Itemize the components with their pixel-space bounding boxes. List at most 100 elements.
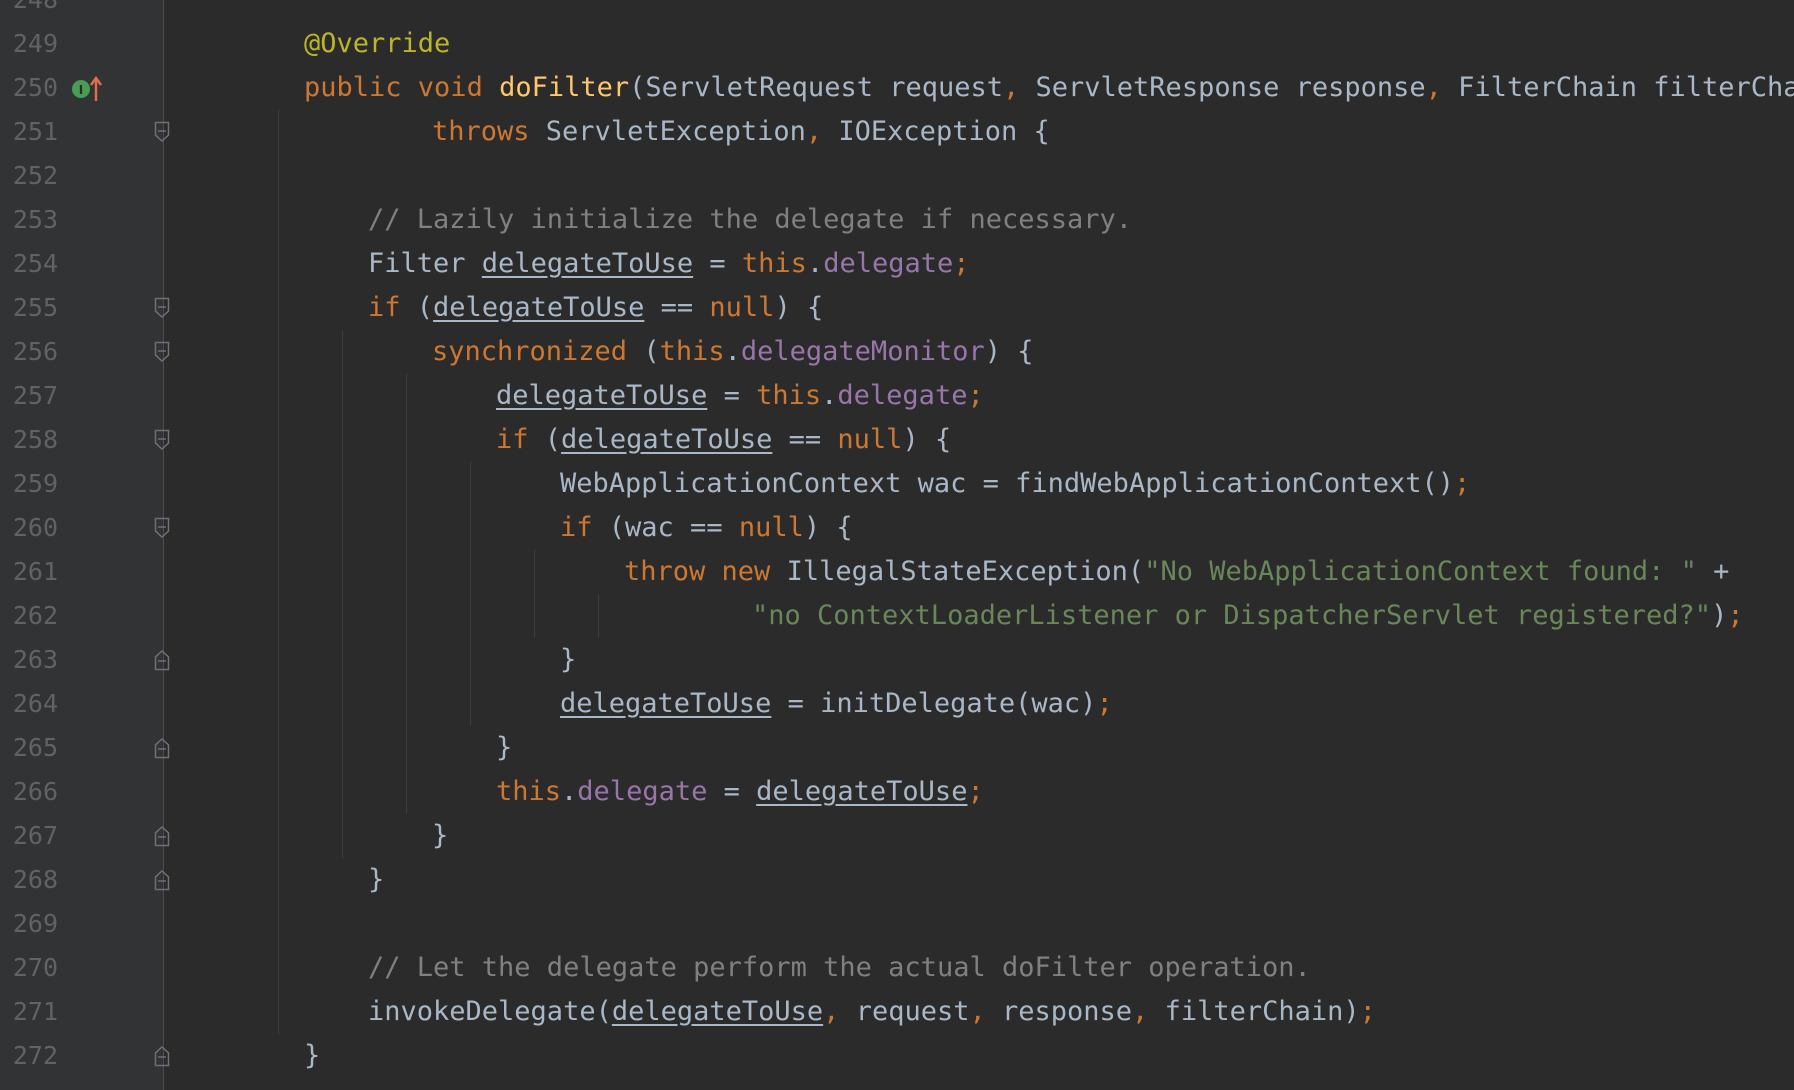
code-token: public bbox=[304, 72, 418, 103]
implements-override-icon[interactable]: I bbox=[70, 74, 106, 104]
code-line[interactable]: // Lazily initialize the delegate if nec… bbox=[368, 198, 1132, 242]
line-number[interactable]: 253 bbox=[0, 198, 58, 242]
line-number[interactable]: 265 bbox=[0, 726, 58, 770]
code-line[interactable]: } bbox=[496, 726, 512, 770]
code-token: ; bbox=[967, 380, 984, 411]
code-token: ; bbox=[953, 248, 970, 279]
code-token: + bbox=[1696, 556, 1730, 587]
code-line[interactable]: if (wac == null) { bbox=[560, 506, 853, 550]
line-number[interactable]: 255 bbox=[0, 286, 58, 330]
line-number[interactable]: 259 bbox=[0, 462, 58, 506]
code-token: null bbox=[837, 424, 903, 455]
code-token: ; bbox=[1096, 688, 1113, 719]
code-line[interactable]: Filter delegateToUse = this.delegate; bbox=[368, 242, 970, 286]
indent-guide bbox=[278, 110, 279, 1034]
code-token: delegate bbox=[823, 248, 954, 279]
code-token: = bbox=[707, 380, 757, 411]
code-token: Filter bbox=[368, 248, 482, 279]
code-token: if bbox=[368, 292, 417, 323]
line-number[interactable]: 258 bbox=[0, 418, 58, 462]
code-token: ) { bbox=[902, 424, 952, 455]
line-number[interactable]: 254 bbox=[0, 242, 58, 286]
code-token: == bbox=[772, 424, 838, 455]
line-number[interactable]: 256 bbox=[0, 330, 58, 374]
code-token: request bbox=[855, 996, 970, 1027]
code-token: (wac == bbox=[608, 512, 739, 543]
code-line[interactable]: "no ContextLoaderListener or DispatcherS… bbox=[752, 594, 1744, 638]
code-token: , bbox=[969, 996, 1002, 1027]
line-number[interactable]: 268 bbox=[0, 858, 58, 902]
line-number[interactable]: 267 bbox=[0, 814, 58, 858]
code-token: delegateToUse bbox=[560, 688, 772, 719]
code-token: = bbox=[693, 248, 742, 279]
code-line[interactable]: public void doFilter(ServletRequest requ… bbox=[304, 66, 1794, 110]
line-number[interactable]: 248 bbox=[0, 0, 58, 22]
code-token: (ServletRequest request bbox=[629, 72, 1003, 103]
code-token: ServletResponse response bbox=[1035, 72, 1426, 103]
code-token: delegateToUse bbox=[756, 776, 968, 807]
code-line[interactable]: if (delegateToUse == null) { bbox=[368, 286, 823, 330]
line-number[interactable]: 270 bbox=[0, 946, 58, 990]
code-token: , bbox=[1003, 72, 1036, 103]
line-number[interactable]: 249 bbox=[0, 22, 58, 66]
code-token: } bbox=[496, 732, 513, 763]
code-token: . bbox=[806, 248, 824, 279]
indent-guide bbox=[470, 462, 471, 726]
code-line[interactable]: @Override bbox=[304, 22, 450, 66]
code-token: ( bbox=[643, 336, 660, 367]
line-number[interactable]: 272 bbox=[0, 1034, 58, 1078]
indent-guide bbox=[598, 594, 599, 638]
code-token: "No WebApplicationContext found: " bbox=[1144, 556, 1697, 587]
code-token: response bbox=[1002, 996, 1133, 1027]
code-token: FilterChain filterChain) bbox=[1458, 72, 1794, 103]
code-line[interactable]: } bbox=[560, 638, 576, 682]
code-editor[interactable]: 2482492502512522532542552562572582592602… bbox=[0, 0, 1794, 1090]
code-token: , bbox=[1132, 996, 1165, 1027]
code-token: delegateToUse bbox=[481, 248, 694, 279]
code-token: } bbox=[304, 1040, 321, 1071]
code-line[interactable]: throws ServletException, IOException { bbox=[432, 110, 1050, 154]
code-token: // Let the delegate perform the actual d… bbox=[368, 952, 1311, 983]
line-number[interactable]: 251 bbox=[0, 110, 58, 154]
code-token: . bbox=[561, 776, 578, 807]
code-token: ServletException bbox=[545, 116, 806, 147]
code-token: doFilter bbox=[499, 72, 630, 103]
code-line[interactable]: // Let the delegate perform the actual d… bbox=[368, 946, 1311, 990]
code-line[interactable]: if (delegateToUse == null) { bbox=[496, 418, 951, 462]
code-token: , bbox=[805, 116, 839, 147]
svg-text:I: I bbox=[79, 83, 83, 97]
code-token: if bbox=[496, 424, 545, 455]
code-line[interactable]: throw new IllegalStateException("No WebA… bbox=[624, 550, 1729, 594]
code-token: // Lazily initialize the delegate if nec… bbox=[368, 204, 1133, 235]
code-line[interactable]: } bbox=[304, 1034, 320, 1078]
line-number[interactable]: 262 bbox=[0, 594, 58, 638]
code-token: delegateToUse bbox=[611, 996, 824, 1027]
code-line[interactable]: WebApplicationContext wac = findWebAppli… bbox=[560, 462, 1470, 506]
line-number[interactable]: 263 bbox=[0, 638, 58, 682]
code-line[interactable]: delegateToUse = this.delegate; bbox=[496, 374, 984, 418]
line-number[interactable]: 260 bbox=[0, 506, 58, 550]
code-token: this bbox=[741, 248, 807, 279]
line-number-gutter[interactable]: 2482492502512522532542552562572582592602… bbox=[0, 0, 170, 1090]
code-line[interactable]: invokeDelegate(delegateToUse, request, r… bbox=[368, 990, 1376, 1034]
line-number[interactable]: 261 bbox=[0, 550, 58, 594]
code-token: ) { bbox=[774, 292, 824, 323]
line-number[interactable]: 264 bbox=[0, 682, 58, 726]
code-token: void bbox=[417, 72, 500, 103]
line-number[interactable]: 271 bbox=[0, 990, 58, 1034]
code-line[interactable]: synchronized (this.delegateMonitor) { bbox=[432, 330, 1034, 374]
code-token: invokeDelegate( bbox=[368, 996, 612, 1027]
code-token: @Override bbox=[304, 28, 451, 59]
code-line[interactable]: } bbox=[368, 858, 384, 902]
code-line[interactable]: delegateToUse = initDelegate(wac); bbox=[560, 682, 1113, 726]
code-line[interactable]: this.delegate = delegateToUse; bbox=[496, 770, 984, 814]
line-number[interactable]: 269 bbox=[0, 902, 58, 946]
line-number[interactable]: 252 bbox=[0, 154, 58, 198]
line-number[interactable]: 266 bbox=[0, 770, 58, 814]
code-area[interactable]: @Override public void doFilter(ServletReq… bbox=[164, 0, 1794, 1090]
code-line[interactable]: } bbox=[432, 814, 448, 858]
code-token: . bbox=[724, 336, 741, 367]
line-number[interactable]: 257 bbox=[0, 374, 58, 418]
line-number[interactable]: 250 bbox=[0, 66, 58, 110]
code-token: synchronized bbox=[432, 336, 644, 367]
